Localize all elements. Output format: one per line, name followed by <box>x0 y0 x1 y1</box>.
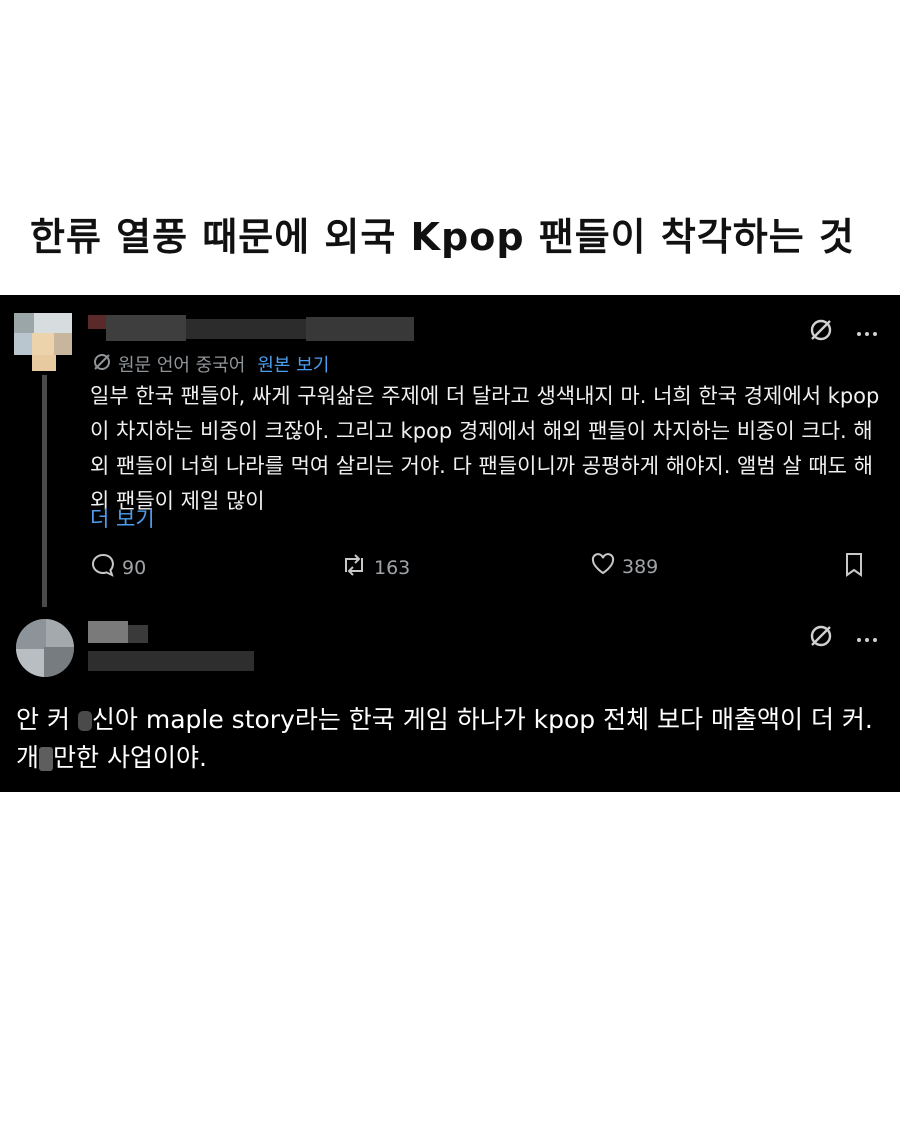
reply-header-actions <box>808 623 878 653</box>
translation-notice: 원문 언어 중국어 원본 보기 <box>92 351 329 377</box>
reply-count: 90 <box>122 556 147 579</box>
translate-icon <box>92 352 112 377</box>
thread-connector-line <box>42 375 47 607</box>
repost-count: 163 <box>374 556 411 579</box>
like-button[interactable]: 389 <box>590 552 658 581</box>
view-original-link[interactable]: 원본 보기 <box>257 351 329 377</box>
show-more-link[interactable]: 더 보기 <box>90 503 155 533</box>
translate-off-icon[interactable] <box>808 623 834 653</box>
comment-thread-screenshot: 원문 언어 중국어 원본 보기 일부 한국 팬들아, 싸게 구워삶은 주제에 더… <box>0 295 900 792</box>
like-icon <box>590 552 616 581</box>
reply-username-redacted[interactable] <box>88 621 254 673</box>
reply-button[interactable]: 90 <box>90 552 146 583</box>
bookmark-button[interactable] <box>844 552 864 583</box>
headline: 한류 열풍 때문에 외국 Kpop 팬들이 착각하는 것 <box>30 215 855 259</box>
repost-button[interactable]: 163 <box>340 552 410 583</box>
reply-text-segment: 만한 사업이야. <box>53 743 207 772</box>
avatar[interactable] <box>14 313 72 371</box>
username-redacted[interactable] <box>88 315 414 341</box>
reply-text-segment: 신아 maple story라는 한국 게임 하나가 kpop 전체 보다 매출… <box>91 705 873 734</box>
censor-mark <box>39 747 54 771</box>
post-header-actions <box>808 317 878 347</box>
post-body: 일부 한국 팬들아, 싸게 구워삶은 주제에 더 달라고 생색내지 마. 너희 … <box>90 384 880 513</box>
censor-mark <box>77 711 92 731</box>
bookmark-icon <box>844 552 864 583</box>
translate-off-icon[interactable] <box>808 317 834 347</box>
reply-text-segment: 안 커 <box>16 705 70 734</box>
more-options-icon[interactable] <box>856 323 878 342</box>
translation-label: 원문 언어 중국어 <box>118 355 246 376</box>
reply-body: 안 커 신아 maple story라는 한국 게임 하나가 kpop 전체 보… <box>16 701 896 777</box>
more-options-icon[interactable] <box>856 629 878 648</box>
reply-icon <box>90 552 116 583</box>
reply-avatar[interactable] <box>16 619 74 677</box>
reply-text-segment: 개 <box>16 743 40 772</box>
like-count: 389 <box>622 555 659 578</box>
repost-icon <box>340 552 368 583</box>
